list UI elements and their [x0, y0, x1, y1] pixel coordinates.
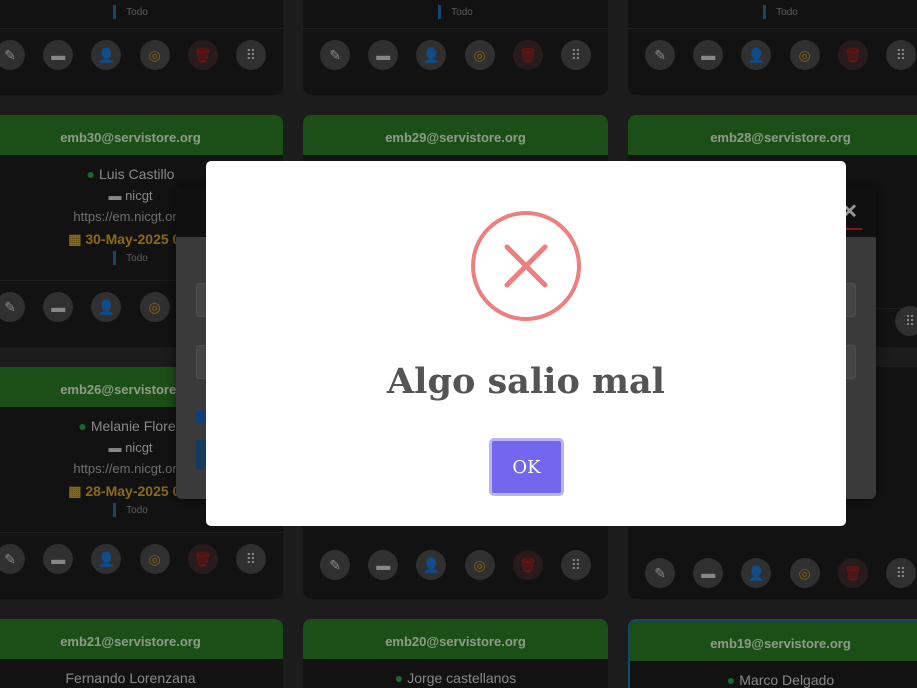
- alert-title: Algo salio mal: [387, 361, 665, 402]
- error-x-icon: [471, 211, 581, 321]
- alert-modal: Algo salio mal OK: [206, 161, 846, 526]
- ok-button[interactable]: OK: [489, 438, 564, 496]
